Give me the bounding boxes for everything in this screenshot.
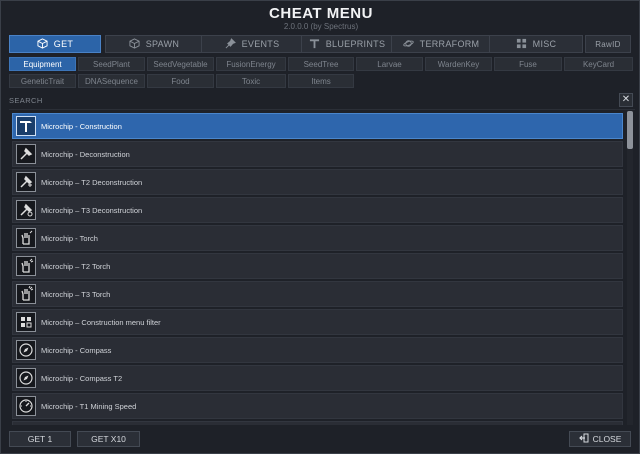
list-item[interactable]: Microchip – T3 Deconstruction [12, 197, 623, 223]
pin-icon [225, 37, 236, 51]
list-scrollbar[interactable] [627, 111, 633, 425]
t-beam-icon [309, 38, 320, 51]
gauge-icon [16, 396, 36, 416]
tab-label: SPAWN [145, 39, 180, 49]
list-item[interactable]: Microchip - T1 Mining Speed [12, 393, 623, 419]
list-item[interactable]: Microchip - Construction [12, 113, 623, 139]
subtab-food[interactable]: Food [147, 74, 214, 88]
hand-torch-icon [16, 256, 36, 276]
item-label: Microchip - Torch [41, 233, 98, 243]
tab-spawn[interactable]: SPAWN [105, 35, 203, 53]
subtab-fusionenergy[interactable]: FusionEnergy [216, 57, 286, 71]
list-item[interactable]: Microchip – T2 Torch [12, 253, 623, 279]
list-item[interactable]: Microchip – T3 Torch [12, 281, 623, 307]
subtab-wardenkey[interactable]: WardenKey [425, 57, 492, 71]
list-item[interactable]: Microchip - Compass T2 [12, 365, 623, 391]
hammer-icon [16, 144, 36, 164]
hand-torch-icon [16, 228, 36, 248]
tab-label: EVENTS [241, 39, 280, 49]
tab-misc[interactable]: MISC [489, 35, 583, 53]
item-label: Microchip - Construction [41, 121, 122, 131]
subtab-toxic[interactable]: Toxic [216, 74, 286, 88]
hammer-icon [16, 172, 36, 192]
tab-label: GET [53, 39, 74, 49]
window-title: CHEAT MENU [269, 5, 373, 22]
subtab-genetictrait[interactable]: GeneticTrait [9, 74, 76, 88]
item-label: Microchip - Compass [41, 345, 112, 355]
close-icon: ✕ [621, 94, 631, 105]
tab-label: RawID [595, 39, 621, 49]
grid-icon [516, 38, 527, 51]
item-label: Microchip - T1 Mining Speed [41, 401, 137, 411]
cube-icon [37, 37, 48, 51]
hand-torch-icon [16, 284, 36, 304]
list-item[interactable]: Microchip - Deconstruction [12, 141, 623, 167]
list-item[interactable] [12, 421, 623, 425]
tab-events[interactable]: EVENTS [201, 35, 303, 53]
clear-search-button[interactable]: ✕ [619, 93, 633, 107]
item-label: Microchip – Construction menu filter [41, 317, 161, 327]
compass-icon [16, 340, 36, 360]
tab-terraform[interactable]: TERRAFORM [391, 35, 491, 53]
search-label: SEARCH [9, 96, 43, 105]
window-subtitle: 2.0.0.0 (by Spectrus) [283, 22, 359, 31]
item-label: Microchip – T2 Deconstruction [41, 177, 143, 187]
close-button[interactable]: CLOSE [569, 431, 631, 447]
subtab-keycard[interactable]: KeyCard [564, 57, 633, 71]
list-item[interactable]: Microchip - Torch [12, 225, 623, 251]
tab-label: TERRAFORM [419, 39, 480, 49]
search-bar: SEARCH [3, 93, 621, 107]
item-label: Microchip - Compass T2 [41, 373, 123, 383]
list-item[interactable]: Microchip – T2 Deconstruction [12, 169, 623, 195]
subtab-seedvegetable[interactable]: SeedVegetable [147, 57, 214, 71]
exit-icon [578, 433, 589, 445]
cheat-menu-window: CHEAT MENU 2.0.0.0 (by Spectrus) GET SPA… [0, 0, 640, 454]
get-1-button[interactable]: GET 1 [9, 431, 71, 447]
hammer-icon [16, 116, 36, 136]
subtab-fuse[interactable]: Fuse [494, 57, 562, 71]
hammer-icon [16, 200, 36, 220]
item-label: Microchip - Deconstruction [41, 149, 130, 159]
scroll-thumb[interactable] [627, 111, 633, 149]
planet-icon [402, 38, 414, 51]
list-item[interactable]: Microchip – Construction menu filter [12, 309, 623, 335]
tab-label: MISC [532, 39, 557, 49]
subtab-items[interactable]: Items [288, 74, 354, 88]
tab-get[interactable]: GET [9, 35, 101, 53]
box-outline-icon [129, 37, 140, 51]
subtab-larvae[interactable]: Larvae [356, 57, 423, 71]
search-input[interactable] [47, 93, 621, 107]
item-label: Microchip – T2 Torch [41, 261, 111, 271]
get-x10-button[interactable]: GET X10 [77, 431, 140, 447]
item-label: Microchip – T3 Deconstruction [41, 205, 143, 215]
filter-blocks-icon [16, 312, 36, 332]
close-label: CLOSE [592, 434, 622, 444]
subtab-seedtree[interactable]: SeedTree [288, 57, 354, 71]
tab-rawid[interactable]: RawID [585, 35, 631, 53]
subtab-dnasequence[interactable]: DNASequence [78, 74, 145, 88]
item-list: Microchip - Construction Microchip - Dec… [9, 109, 635, 425]
list-item[interactable]: Microchip - Compass [12, 337, 623, 363]
subtab-equipment[interactable]: Equipment [9, 57, 76, 71]
tab-blueprints[interactable]: BLUEPRINTS [301, 35, 393, 53]
subtab-seedplant[interactable]: SeedPlant [78, 57, 145, 71]
item-label: Microchip – T3 Torch [41, 289, 111, 299]
tab-label: BLUEPRINTS [325, 39, 386, 49]
compass-icon [16, 368, 36, 388]
